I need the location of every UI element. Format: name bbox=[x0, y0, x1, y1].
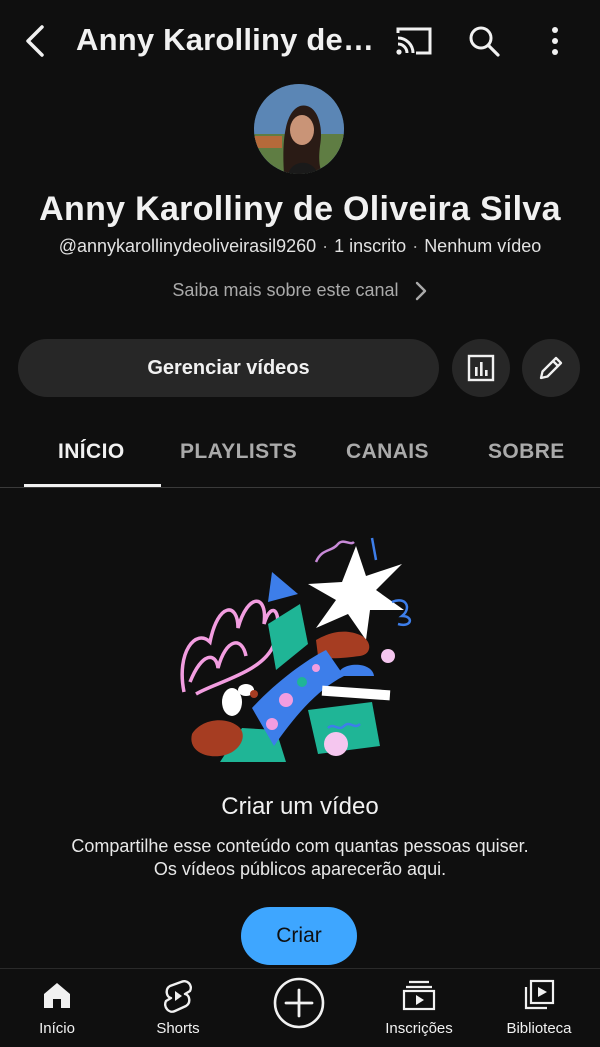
tab-playlists[interactable]: PLAYLISTS bbox=[180, 440, 297, 464]
top-app-bar: Anny Karolliny de Oliveira Silva bbox=[0, 0, 600, 84]
nav-label-home: Início bbox=[39, 1020, 75, 1037]
empty-state-description: Compartilhe esse conteúdo com quantas pe… bbox=[0, 835, 600, 881]
channel-tabs: INÍCIO PLAYLISTS CANAIS SOBRE bbox=[0, 420, 600, 488]
create-button[interactable]: Criar bbox=[241, 907, 357, 965]
tab-canais[interactable]: CANAIS bbox=[346, 440, 429, 464]
nav-label-subscriptions: Inscrições bbox=[385, 1020, 453, 1037]
nav-label-library: Biblioteca bbox=[506, 1020, 572, 1037]
home-icon bbox=[44, 983, 70, 1008]
about-channel-label: Saiba mais sobre este canal bbox=[172, 280, 399, 300]
create-video-illustration bbox=[176, 532, 426, 764]
avatar[interactable] bbox=[254, 84, 344, 174]
cast-icon[interactable] bbox=[394, 24, 434, 58]
channel-name: Anny Karolliny de Oliveira Silva bbox=[39, 190, 561, 228]
manage-videos-button[interactable]: Gerenciar vídeos bbox=[18, 339, 439, 397]
create-plus-button[interactable] bbox=[273, 977, 325, 1029]
tab-sobre[interactable]: SOBRE bbox=[488, 440, 565, 464]
chevron-right-icon bbox=[415, 282, 426, 301]
nav-item-home[interactable]: Início bbox=[2, 969, 112, 1047]
channel-handle: @annykarollinydeoliveirasil9260 bbox=[58, 236, 317, 256]
channel-meta: @annykarollinydeoliveirasil9260 · 1 inscri… bbox=[0, 236, 600, 257]
separator-dot: · bbox=[412, 236, 419, 256]
empty-state-line-1: Compartilhe esse conteúdo com quantas pe… bbox=[71, 836, 529, 856]
search-icon[interactable] bbox=[466, 23, 502, 59]
subscriptions-icon bbox=[402, 980, 436, 1011]
empty-state-title: Criar um vídeo bbox=[221, 793, 379, 820]
subscriber-count: 1 inscrito bbox=[334, 236, 407, 256]
edit-channel-button[interactable] bbox=[522, 339, 580, 397]
analytics-button[interactable] bbox=[452, 339, 510, 397]
create-plus-icon bbox=[273, 977, 325, 1029]
nav-label-shorts: Shorts bbox=[156, 1020, 200, 1037]
page-title: Anny Karolliny de Oliveira Silva bbox=[76, 22, 376, 57]
more-vert-icon[interactable] bbox=[540, 22, 570, 60]
tab-inicio[interactable]: INÍCIO bbox=[58, 440, 125, 464]
separator-dot: · bbox=[322, 236, 329, 256]
video-count: Nenhum vídeo bbox=[424, 236, 542, 256]
shorts-icon bbox=[164, 980, 192, 1013]
active-tab-indicator bbox=[24, 484, 161, 487]
library-icon bbox=[524, 979, 555, 1010]
nav-item-subscriptions[interactable]: Inscrições bbox=[364, 969, 474, 1047]
analytics-icon bbox=[467, 354, 495, 382]
bottom-navigation: Início Shorts Inscrições Biblioteca bbox=[0, 968, 600, 1047]
nav-item-shorts[interactable]: Shorts bbox=[123, 969, 233, 1047]
edit-pencil-icon bbox=[539, 356, 563, 380]
nav-item-library[interactable]: Biblioteca bbox=[484, 969, 594, 1047]
about-channel-link[interactable]: Saiba mais sobre este canal bbox=[0, 280, 600, 301]
empty-state-line-2: Os vídeos públicos aparecerão aqui. bbox=[153, 859, 447, 879]
back-icon[interactable] bbox=[20, 22, 54, 60]
